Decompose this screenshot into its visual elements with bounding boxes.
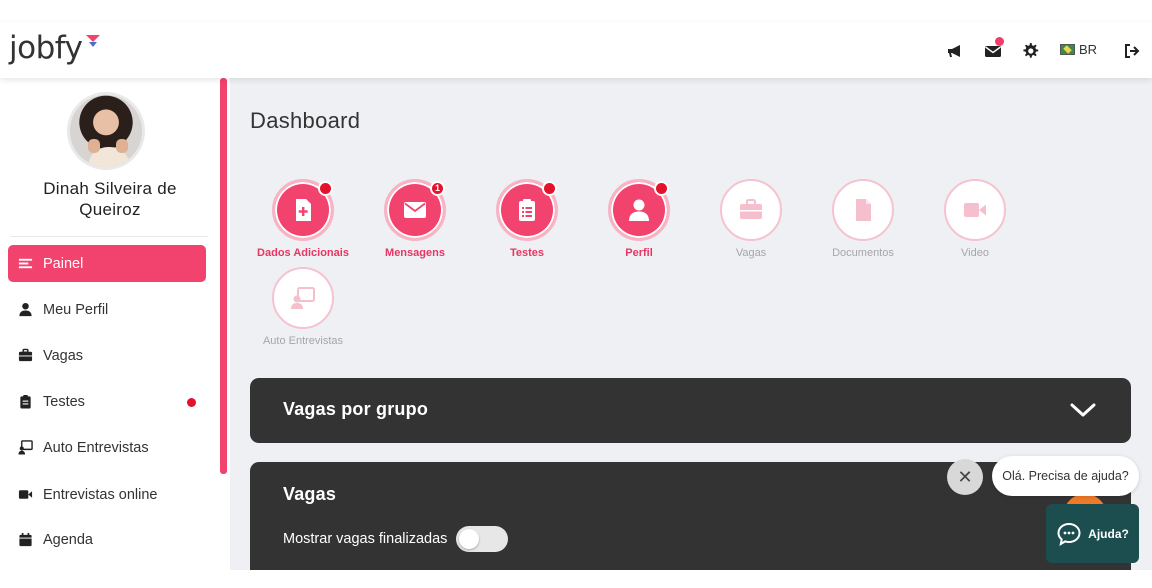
sidebar-item-meu-perfil[interactable]: Meu Perfil <box>8 291 206 328</box>
card-badge: 1 <box>430 181 445 196</box>
language-selector[interactable]: BR <box>1060 42 1097 57</box>
avatar[interactable] <box>67 92 145 170</box>
help-button-label: Ajuda? <box>1088 526 1129 541</box>
presentation-icon <box>291 287 315 309</box>
briefcase-icon <box>740 199 762 219</box>
sidebar-item-label: Auto Entrevistas <box>43 439 149 456</box>
page-title: Dashboard <box>250 108 361 133</box>
card-circle <box>272 267 334 329</box>
avatar-hand-right <box>116 139 128 153</box>
sidebar-item-vagas[interactable]: Vagas <box>8 337 206 374</box>
card-label: Auto Entrevistas <box>262 335 344 347</box>
menu-icon <box>17 256 33 272</box>
card-label: Perfil <box>625 247 653 259</box>
card-badge <box>318 181 333 196</box>
card-perfil[interactable]: Perfil <box>587 179 691 259</box>
testes-notification-dot <box>187 398 196 407</box>
card-auto-entrevistas[interactable]: Auto Entrevistas <box>251 267 355 347</box>
sidebar-item-entrevistas-online[interactable]: Entrevistas online <box>8 476 206 513</box>
envelope-icon <box>404 202 426 218</box>
card-circle <box>832 179 894 241</box>
card-circle <box>608 179 670 241</box>
logo[interactable]: jobfy <box>9 30 83 66</box>
card-label: Dados Adicionais <box>257 247 349 259</box>
card-circle: 1 <box>384 179 446 241</box>
sidebar-divider <box>10 236 208 237</box>
card-label: Testes <box>509 247 545 259</box>
document-icon <box>856 199 871 221</box>
calendar-icon <box>17 532 33 548</box>
bottom-strip <box>0 570 1152 588</box>
card-circle <box>272 179 334 241</box>
show-finished-toggle[interactable] <box>456 526 509 552</box>
sidebar-item-label: Vagas <box>43 347 84 364</box>
toggle-label: Mostrar vagas finalizadas <box>283 531 448 547</box>
card-badge <box>542 181 557 196</box>
panel-title: Vagas <box>283 484 337 504</box>
card-label: Video <box>961 247 989 259</box>
sidebar-scrollbar[interactable] <box>220 78 227 474</box>
card-video[interactable]: Video <box>923 179 1027 259</box>
card-vagas[interactable]: Vagas <box>699 179 803 259</box>
panel-title: Vagas por grupo <box>283 399 429 419</box>
logo-mark-icon <box>86 35 100 47</box>
help-button[interactable]: Ajuda? <box>1046 504 1139 563</box>
presentation-icon <box>17 440 33 456</box>
mail-notification-dot <box>995 37 1004 46</box>
user-icon <box>629 199 649 221</box>
card-documentos[interactable]: Documentos <box>811 179 915 259</box>
card-mensagens[interactable]: 1 Mensagens <box>363 179 467 259</box>
video-icon <box>964 203 986 217</box>
gear-icon[interactable] <box>1021 42 1039 60</box>
sidebar-item-testes[interactable]: Testes <box>8 383 206 420</box>
user-name: Dinah Silveira de Queiroz <box>43 179 177 219</box>
briefcase-icon <box>17 348 33 364</box>
sidebar-item-auto-entrevistas[interactable]: Auto Entrevistas <box>8 429 206 466</box>
chevron-down-icon[interactable] <box>1070 401 1096 419</box>
sidebar-item-label: Agenda <box>43 531 93 548</box>
logout-icon[interactable] <box>1123 42 1141 60</box>
help-bubble[interactable]: Olá. Precisa de ajuda? <box>992 456 1139 496</box>
panel-vagas-por-grupo[interactable]: Vagas por grupo <box>250 378 1131 443</box>
card-circle <box>496 179 558 241</box>
top-header: jobfy <box>0 22 1152 78</box>
card-circle <box>720 179 782 241</box>
card-dados-adicionais[interactable]: Dados Adicionais <box>251 179 355 259</box>
flag-icon <box>1060 44 1075 55</box>
sidebar-item-label: Meu Perfil <box>43 301 109 318</box>
sidebar-item-label: Testes <box>43 393 85 410</box>
user-icon <box>17 302 33 318</box>
main-content: Dashboard Dados Adicionais 1 Mensagens T… <box>230 78 1152 582</box>
sidebar-item-label: Painel <box>43 255 84 272</box>
language-label: BR <box>1079 42 1098 57</box>
card-testes[interactable]: Testes <box>475 179 579 259</box>
card-circle <box>944 179 1006 241</box>
card-label: Vagas <box>735 247 767 259</box>
top-strip <box>0 0 1152 22</box>
help-close-button[interactable]: ✕ <box>947 459 983 495</box>
avatar-hand-left <box>88 139 100 153</box>
megaphone-icon[interactable] <box>946 42 964 60</box>
file-plus-icon <box>296 199 311 221</box>
card-label: Mensagens <box>385 247 445 259</box>
sidebar-item-label: Entrevistas online <box>43 486 158 503</box>
sidebar-item-painel[interactable]: Painel <box>8 245 206 282</box>
clipboard-icon <box>17 394 33 410</box>
sidebar-item-agenda[interactable]: Agenda <box>8 521 206 558</box>
clipboard-list-icon <box>519 199 535 221</box>
card-badge <box>654 181 669 196</box>
card-label: Documentos <box>832 247 894 259</box>
video-icon <box>17 487 33 503</box>
chat-icon <box>1057 522 1081 546</box>
toggle-row: Mostrar vagas finalizadas <box>283 526 509 552</box>
